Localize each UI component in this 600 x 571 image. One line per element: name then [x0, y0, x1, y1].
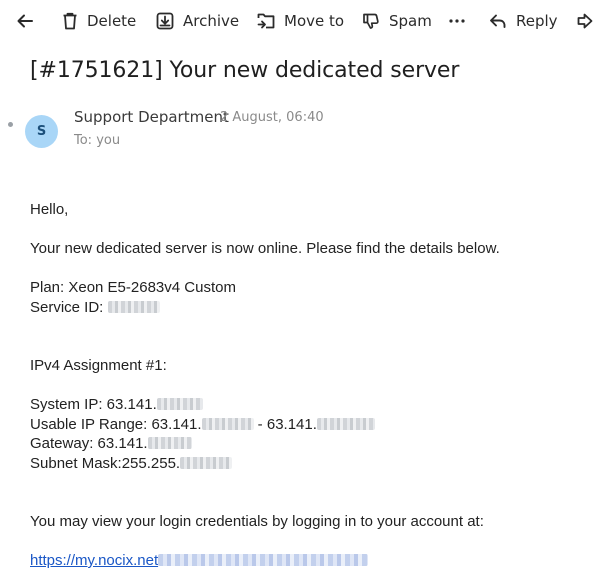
body-intro: Your new dedicated server is now online.…	[30, 240, 500, 257]
redacted-range-start	[201, 418, 254, 430]
delete-label: Delete	[87, 12, 137, 30]
more-button[interactable]	[448, 10, 466, 32]
delete-button[interactable]: Delete	[62, 10, 136, 32]
archive-icon	[156, 12, 174, 30]
reply-label: Reply	[516, 12, 558, 30]
redacted-gateway	[147, 437, 192, 449]
body-subnet-mask: Subnet Mask:255.255.	[30, 455, 233, 472]
archive-button[interactable]: Archive	[156, 10, 239, 32]
unread-indicator	[8, 122, 13, 127]
forward-button[interactable]	[576, 10, 594, 32]
body-plan: Plan: Xeon E5-2683v4 Custom	[30, 279, 236, 296]
archive-label: Archive	[183, 12, 240, 30]
body-gateway: Gateway: 63.141.	[30, 435, 192, 452]
move-to-label: Move to	[284, 12, 345, 30]
system-ip-label: System IP: 63.141.	[30, 396, 157, 413]
body-greeting: Hello,	[30, 201, 69, 218]
more-horizontal-icon	[448, 12, 466, 30]
body-service-id: Service ID:	[30, 299, 160, 316]
account-link-text: https://my.nocix.net	[30, 552, 159, 569]
subnet-label: Subnet Mask:255.255.	[30, 455, 181, 472]
avatar-letter: S	[36, 124, 47, 139]
redacted-service-id	[107, 301, 160, 313]
redacted-range-end	[316, 418, 375, 430]
move-to-folder-icon	[257, 12, 275, 30]
recipient-line[interactable]: To: you	[74, 133, 120, 148]
back-button[interactable]	[16, 10, 34, 32]
arrow-left-icon	[16, 12, 34, 30]
usable-range-separator: - 63.141.	[253, 416, 317, 433]
message-subject: [#1751621] Your new dedicated server	[30, 58, 460, 83]
body-usable-ip-range: Usable IP Range: 63.141. - 63.141.	[30, 416, 375, 433]
reply-button[interactable]: Reply	[489, 10, 558, 32]
body-credentials-text: You may view your login credentials by l…	[30, 513, 484, 530]
redacted-system-ip	[156, 398, 203, 410]
redacted-link-path	[158, 554, 369, 566]
body-system-ip: System IP: 63.141.	[30, 396, 203, 413]
body-account-link: https://my.nocix.net	[30, 552, 369, 569]
thumbs-down-icon	[362, 12, 380, 30]
move-to-button[interactable]: Move to	[257, 10, 344, 32]
gateway-label: Gateway: 63.141.	[30, 435, 148, 452]
sender-avatar[interactable]: S	[25, 115, 58, 148]
account-link[interactable]: https://my.nocix.net	[30, 552, 369, 569]
service-id-label: Service ID:	[30, 299, 104, 316]
spam-label: Spam	[389, 12, 432, 30]
redacted-subnet	[180, 457, 233, 469]
sender-name[interactable]: Support Department	[74, 108, 229, 126]
forward-icon	[576, 12, 594, 30]
reply-icon	[489, 12, 507, 30]
trash-icon	[62, 12, 78, 30]
message-toolbar: Delete Archive Move to Spam Reply	[0, 0, 600, 42]
usable-range-label: Usable IP Range: 63.141.	[30, 416, 202, 433]
sent-date: 2 August, 06:40	[220, 110, 324, 125]
spam-button[interactable]: Spam	[362, 10, 432, 32]
body-ipv4-heading: IPv4 Assignment #1:	[30, 357, 167, 374]
